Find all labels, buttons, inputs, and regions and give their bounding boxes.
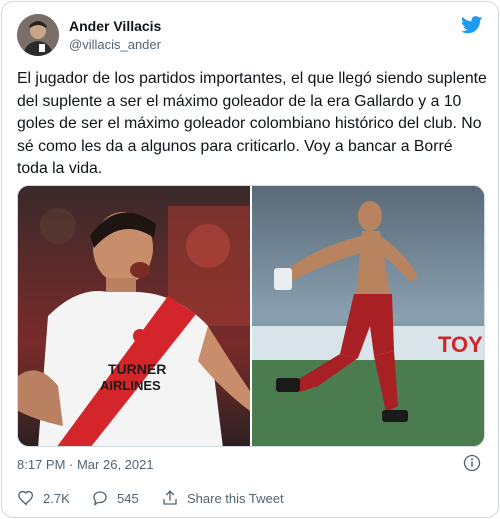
tweet-header: Ander Villacis @villacis_ander — [17, 14, 483, 58]
author-handle[interactable]: @villacis_ander — [69, 37, 161, 52]
tweet-media[interactable]: TURNER AIRLINES TOY — [17, 185, 485, 447]
left-photo: TURNER AIRLINES — [18, 186, 250, 446]
stadium-banner-text: TOY — [438, 332, 483, 357]
twitter-bird-icon[interactable] — [461, 16, 483, 34]
reply-count: 545 — [117, 490, 139, 506]
share-label: Share this Tweet — [187, 490, 284, 506]
jersey-sponsor-text-2: AIRLINES — [100, 378, 161, 393]
tweet-card: Ander Villacis @villacis_ander El jugado… — [1, 1, 499, 518]
share-icon — [163, 490, 177, 505]
like-button[interactable]: 2.7K — [17, 486, 70, 510]
author-name[interactable]: Ander Villacis — [69, 18, 161, 34]
reply-button[interactable]: 545 — [91, 486, 139, 510]
tweet-actions: 2.7K 545 Share this Tweet — [17, 486, 483, 510]
tweet-text: El jugador de los partidos importantes, … — [17, 70, 487, 177]
right-photo: TOY — [252, 186, 484, 446]
reply-icon — [93, 491, 107, 506]
heart-icon — [18, 490, 34, 506]
jersey-sponsor-text: TURNER — [108, 361, 166, 377]
like-count: 2.7K — [43, 490, 70, 506]
tweet-timestamp[interactable]: 8:17 PM · Mar 26, 2021 — [17, 457, 154, 472]
info-icon[interactable] — [463, 454, 481, 472]
share-button[interactable]: Share this Tweet — [161, 486, 284, 510]
avatar[interactable] — [17, 14, 59, 56]
tweet-meta: 8:17 PM · Mar 26, 2021 — [17, 454, 483, 474]
